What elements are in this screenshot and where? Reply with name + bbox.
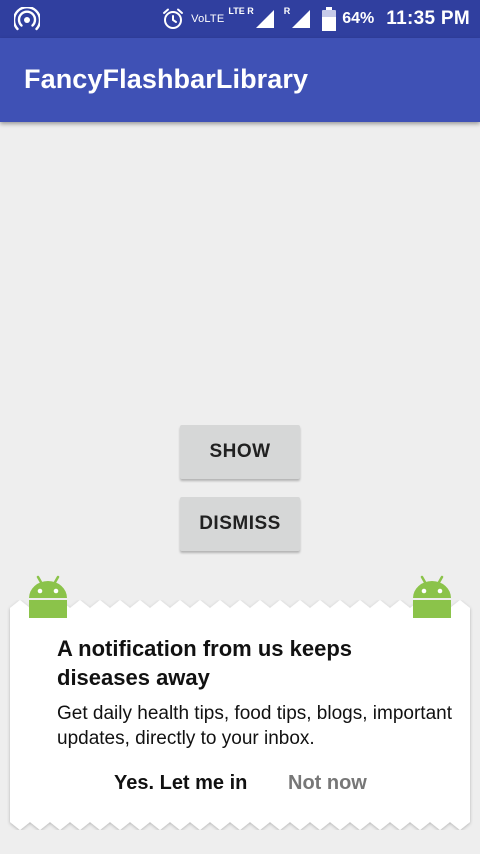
android-icon (29, 575, 67, 618)
signal-icon (255, 10, 274, 28)
flashbar-message: Get daily health tips, food tips, blogs,… (57, 703, 452, 749)
battery-percent: 64% (342, 10, 375, 27)
battery-icon (322, 7, 337, 31)
flashbar-title: A notification from us keeps diseases aw… (57, 636, 353, 690)
hotspot-icon (14, 7, 40, 31)
dismiss-button[interactable]: DISMISS (180, 497, 300, 551)
positive-action-button[interactable]: Yes. Let me in (114, 772, 247, 795)
page-title: FancyFlashbarLibrary (24, 64, 309, 94)
volte-label: VoLTE (191, 13, 225, 25)
status-bar: VoLTE LTE R R 64% 11:35 PM (0, 0, 480, 38)
signal-icon-2 (292, 10, 311, 28)
alarm-icon (163, 8, 184, 29)
android-icon (413, 575, 451, 618)
flashbar-actions: Yes. Let me in Not now (0, 768, 480, 800)
show-button[interactable]: SHOW (180, 425, 300, 479)
roaming-tag: R (283, 6, 291, 16)
lte-tag: LTE R (228, 6, 254, 16)
negative-action-button[interactable]: Not now (288, 772, 367, 795)
app-bar: FancyFlashbarLibrary (0, 38, 480, 122)
clock: 11:35 PM (386, 8, 470, 29)
